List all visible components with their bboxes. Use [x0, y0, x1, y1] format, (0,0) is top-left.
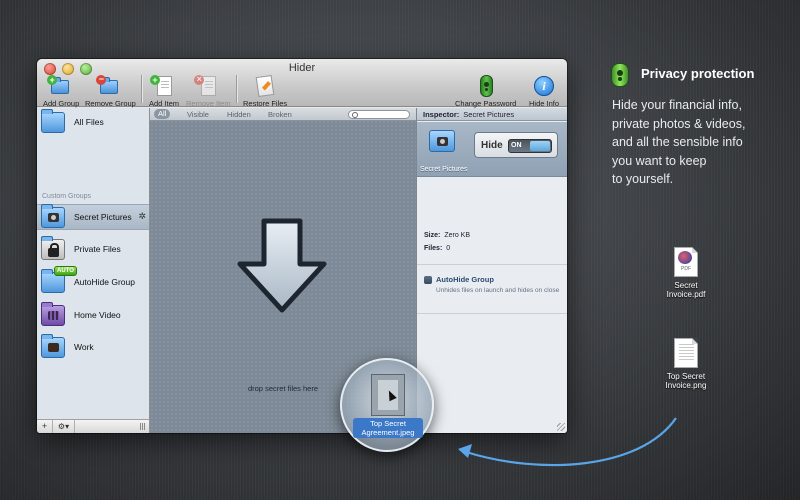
dragged-file-magnifier: Top Secret Agreement.jpeg [340, 358, 434, 452]
dragged-file-name: Top Secret Agreement.jpeg [353, 418, 423, 438]
